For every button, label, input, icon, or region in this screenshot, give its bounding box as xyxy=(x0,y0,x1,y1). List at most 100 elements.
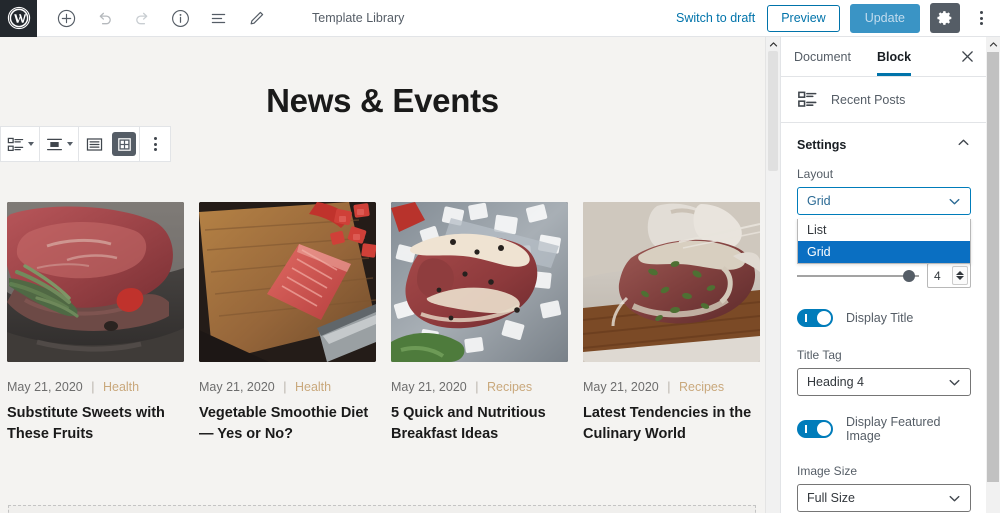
chevron-up-icon xyxy=(957,136,970,154)
post-meta: May 21, 2020 | Health xyxy=(199,380,376,394)
post-title[interactable]: Substitute Sweets with These Fruits xyxy=(7,403,184,445)
editor-top-bar: Template Library Switch to draft Preview… xyxy=(0,0,1000,37)
chevron-down-icon xyxy=(949,379,960,385)
wordpress-logo-icon[interactable] xyxy=(0,0,37,37)
block-type-button[interactable] xyxy=(1,127,39,161)
window-scroll-up-button[interactable] xyxy=(986,37,1000,52)
layout-option-grid[interactable]: Grid xyxy=(798,241,970,263)
display-title-toggle[interactable] xyxy=(797,309,833,327)
post-card[interactable]: May 21, 2020 | Health Substitute Sweets … xyxy=(7,202,184,445)
layout-section: Layout Grid 4 List Grid xyxy=(781,167,986,307)
post-thumbnail[interactable] xyxy=(199,202,376,362)
post-title[interactable]: Latest Tendencies in the Culinary World xyxy=(583,403,760,445)
post-date: May 21, 2020 xyxy=(199,380,275,394)
post-thumbnail[interactable] xyxy=(7,202,184,362)
window-scrollbar[interactable] xyxy=(986,37,1000,513)
info-circle-icon[interactable] xyxy=(162,0,198,36)
post-category-link[interactable]: Recipes xyxy=(679,380,724,394)
post-title[interactable]: Vegetable Smoothie Diet — Yes or No? xyxy=(199,403,376,445)
title-tag-value: Heading 4 xyxy=(807,375,864,389)
post-title[interactable]: 5 Quick and Nutritious Breakfast Ideas xyxy=(391,403,568,445)
post-card[interactable]: May 21, 2020 | Recipes Latest Tendencies… xyxy=(583,202,760,445)
layout-option-list[interactable]: List xyxy=(798,219,970,241)
sidebar-tabs: Document Block xyxy=(781,37,986,77)
post-thumbnail[interactable] xyxy=(391,202,568,362)
preview-button[interactable]: Preview xyxy=(767,4,840,32)
title-tag-select[interactable]: Heading 4 xyxy=(797,368,971,396)
list-lines-icon[interactable] xyxy=(200,0,236,36)
settings-panel-header[interactable]: Settings xyxy=(781,123,986,167)
image-size-value: Full Size xyxy=(807,491,855,505)
more-options-button[interactable] xyxy=(970,3,992,33)
display-featured-image-row: Display Featured Image xyxy=(797,415,970,443)
post-date: May 21, 2020 xyxy=(391,380,467,394)
update-button[interactable]: Update xyxy=(849,3,920,33)
columns-number-input[interactable]: 4 xyxy=(927,263,971,288)
caret-down-icon xyxy=(28,142,34,146)
undo-arrow-icon[interactable] xyxy=(86,0,122,36)
columns-spinner[interactable] xyxy=(952,266,968,285)
pencil-icon[interactable] xyxy=(238,0,274,36)
recent-posts-grid: May 21, 2020 | Health Substitute Sweets … xyxy=(0,202,765,445)
post-date: May 21, 2020 xyxy=(7,380,83,394)
display-title-row: Display Title xyxy=(797,309,970,327)
align-button[interactable] xyxy=(40,127,78,161)
display-featured-image-toggle[interactable] xyxy=(797,420,833,438)
chevron-down-icon xyxy=(949,495,960,501)
settings-gear-button[interactable] xyxy=(930,3,960,33)
block-toolbar xyxy=(0,126,171,162)
switch-to-draft-button[interactable]: Switch to draft xyxy=(674,7,757,29)
grid-view-button[interactable] xyxy=(109,127,139,161)
close-x-icon xyxy=(961,51,973,62)
post-meta: May 21, 2020 | Recipes xyxy=(583,380,760,394)
tab-document[interactable]: Document xyxy=(781,37,864,76)
settings-panel-title: Settings xyxy=(797,138,847,152)
editor-scrollbar[interactable] xyxy=(765,37,779,513)
columns-slider-thumb[interactable] xyxy=(903,269,916,282)
post-category-link[interactable]: Health xyxy=(103,380,139,394)
editor-scroll-up-button[interactable] xyxy=(766,37,780,51)
tab-block[interactable]: Block xyxy=(864,37,924,76)
block-type-group xyxy=(1,127,40,161)
title-tag-label: Title Tag xyxy=(797,348,842,362)
grid-view-icon xyxy=(117,137,131,151)
toggle-knob xyxy=(817,422,831,436)
meta-separator: | xyxy=(283,380,287,394)
list-view-button[interactable] xyxy=(79,127,109,161)
grid-view-active-indicator xyxy=(112,132,136,156)
layout-select[interactable]: Grid xyxy=(797,187,971,215)
layout-dropdown-list[interactable]: List Grid xyxy=(797,219,971,264)
block-more-options-button[interactable] xyxy=(140,127,170,161)
chevron-down-icon xyxy=(949,198,960,204)
post-category-link[interactable]: Health xyxy=(295,380,331,394)
post-category-link[interactable]: Recipes xyxy=(487,380,532,394)
layout-label: Layout xyxy=(797,167,834,181)
image-size-label: Image Size xyxy=(797,464,858,478)
editor-canvas: News & Events May 21, 2020 | Health Subs… xyxy=(0,37,765,513)
redo-arrow-icon[interactable] xyxy=(124,0,160,36)
close-sidebar-button[interactable] xyxy=(948,37,986,76)
post-thumbnail[interactable] xyxy=(583,202,760,362)
display-title-label: Display Title xyxy=(846,311,914,325)
post-card[interactable]: May 21, 2020 | Recipes 5 Quick and Nutri… xyxy=(391,202,568,445)
title-tag-section: Title Tag Heading 4 xyxy=(781,348,986,396)
tuna-fillet-on-wooden-board-image xyxy=(199,202,376,362)
spinner-down-icon[interactable] xyxy=(956,276,964,280)
columns-slider[interactable] xyxy=(797,269,919,282)
block-more-group xyxy=(140,127,170,161)
image-size-section: Image Size Full Size For images from Med… xyxy=(781,464,986,513)
list-view-icon xyxy=(86,137,102,151)
editor-scrollbar-thumb[interactable] xyxy=(768,51,778,171)
display-featured-image-section: Display Featured Image xyxy=(781,415,986,443)
window-scrollbar-thumb[interactable] xyxy=(987,52,999,482)
spinner-up-icon[interactable] xyxy=(956,271,964,275)
post-date: May 21, 2020 xyxy=(583,380,659,394)
layout-select-value: Grid xyxy=(807,194,831,208)
top-bar-actions: Switch to draft Preview Update xyxy=(674,3,1000,33)
add-block-button[interactable] xyxy=(48,0,84,36)
post-meta: May 21, 2020 | Health xyxy=(7,380,184,394)
meta-separator: | xyxy=(667,380,671,394)
columns-value: 4 xyxy=(934,268,941,283)
post-card[interactable]: May 21, 2020 | Health Vegetable Smoothie… xyxy=(199,202,376,445)
image-size-select[interactable]: Full Size xyxy=(797,484,971,512)
